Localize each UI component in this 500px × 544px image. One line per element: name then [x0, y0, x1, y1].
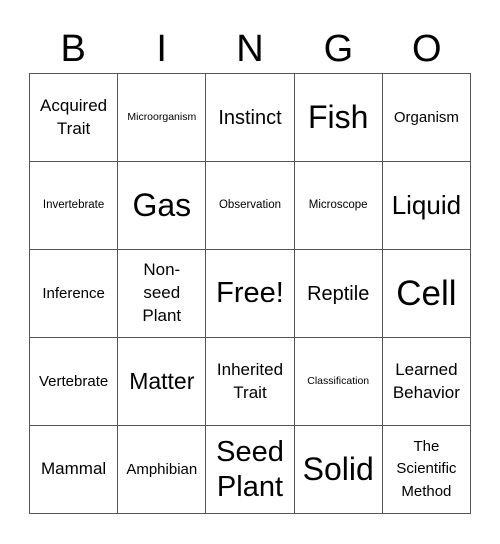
header-letter-g: G [323, 28, 354, 70]
cell-text: Instinct [218, 106, 282, 129]
bingo-cell[interactable]: Invertebrate [30, 162, 119, 250]
bingo-cell[interactable]: Microorganism [118, 74, 207, 162]
bingo-cell[interactable]: Inference [30, 250, 119, 338]
cell-text: Observation [218, 198, 281, 211]
header-letter-n: N [236, 28, 264, 70]
header-letter-i: I [156, 28, 167, 70]
cell-text: Classification [307, 375, 370, 388]
bingo-cell[interactable]: Mammal [30, 426, 119, 514]
cell-text: Non-seed Plant [142, 260, 182, 325]
bingo-cell[interactable]: Gas [118, 162, 207, 250]
bingo-cell[interactable]: Cell [382, 250, 471, 338]
cell-text: The Scientific Method [396, 437, 457, 500]
bingo-cell[interactable]: Classification [294, 338, 383, 426]
bingo-cell[interactable]: Observation [206, 162, 295, 250]
bingo-cell[interactable]: Fish [294, 74, 383, 162]
cell-text: Seed Plant [216, 435, 284, 503]
cell-text: Cell [396, 273, 457, 313]
bingo-cell[interactable]: Seed Plant [206, 426, 295, 514]
bingo-cell[interactable]: Organism [382, 74, 471, 162]
bingo-cell[interactable]: Vertebrate [30, 338, 119, 426]
header-letter-b: B [60, 28, 86, 70]
bingo-cell[interactable]: Matter [118, 338, 207, 426]
bingo-header: B I N G O [29, 26, 471, 72]
cell-text: Solid [302, 451, 374, 488]
cell-text: Vertebrate [38, 372, 109, 390]
cell-text: Gas [132, 187, 192, 224]
bingo-card-grid: Acquired Trait Microorganism Instinct Fi… [29, 73, 471, 514]
cell-text: Fish [307, 99, 369, 136]
bingo-cell[interactable]: The Scientific Method [382, 426, 471, 514]
cell-text: Free! [216, 277, 284, 310]
cell-text: Mammal [41, 459, 107, 479]
header-letter-o: O [412, 28, 442, 70]
bingo-cell[interactable]: Acquired Trait [30, 74, 119, 162]
cell-text: Acquired Trait [40, 95, 108, 138]
cell-text: Invertebrate [42, 198, 105, 211]
cell-text: Matter [129, 368, 195, 395]
bingo-cell[interactable]: Reptile [294, 250, 383, 338]
cell-text: Reptile [307, 282, 370, 305]
bingo-cell[interactable]: Microscope [294, 162, 383, 250]
bingo-free-cell[interactable]: Free! [206, 250, 295, 338]
bingo-cell[interactable]: Inherited Trait [206, 338, 295, 426]
bingo-cell[interactable]: Liquid [382, 162, 471, 250]
cell-text: Microscope [308, 198, 368, 211]
cell-text: Microorganism [127, 111, 197, 124]
bingo-cell[interactable]: Non-seed Plant [118, 250, 207, 338]
bingo-cell[interactable]: Instinct [206, 74, 295, 162]
cell-text: Amphibian [126, 460, 198, 478]
bingo-cell[interactable]: Amphibian [118, 426, 207, 514]
bingo-cell[interactable]: Solid [294, 426, 383, 514]
bingo-cell[interactable]: Learned Behavior [382, 338, 471, 426]
cell-text: Inherited Trait [216, 359, 284, 402]
cell-text: Learned Behavior [392, 359, 460, 402]
cell-text: Organism [393, 108, 459, 126]
cell-text: Liquid [391, 189, 462, 220]
cell-text: Inference [42, 284, 105, 302]
